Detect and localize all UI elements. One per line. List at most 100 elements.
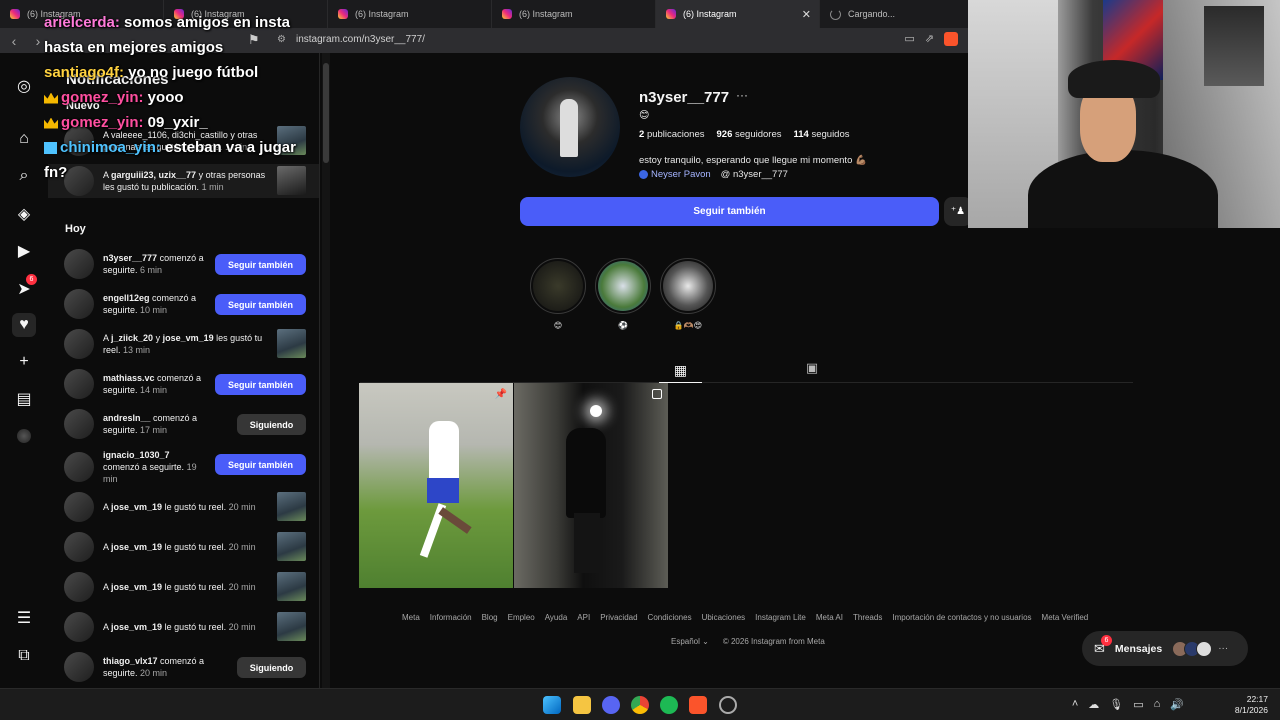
display-icon[interactable]: ▭ — [1133, 698, 1143, 711]
following-button[interactable]: Siguiendo — [237, 414, 306, 435]
clock[interactable]: 22:17 8/1/2026 — [1235, 694, 1268, 716]
obs-icon[interactable] — [719, 696, 737, 714]
footer-link[interactable]: Meta — [402, 613, 420, 622]
person-legs — [574, 513, 600, 573]
following-count[interactable]: 114 seguidos — [794, 129, 850, 140]
follow-back-button[interactable]: Seguir también — [215, 254, 306, 275]
share-icon[interactable]: ⇗ — [925, 32, 934, 46]
profile-icon[interactable] — [12, 424, 36, 448]
notification-item[interactable]: andresln__ comenzó a seguirte. 17 min Si… — [64, 409, 306, 439]
footer-link[interactable]: Meta AI — [816, 613, 843, 622]
footer-link[interactable]: Meta Verified — [1042, 613, 1089, 622]
footer-link[interactable]: Privacidad — [600, 613, 637, 622]
spotify-icon[interactable] — [660, 696, 678, 714]
notification-text: mathiass.vc comenzó a seguirte. 14 min — [103, 373, 202, 395]
system-tray: ˄ ☁ 🎙 ▭ ⌂ 🔊 — [1072, 698, 1184, 711]
notification-item[interactable]: thiago_vlx17 comenzó a seguirte. 20 min … — [64, 652, 306, 682]
notification-text: A j_ziick_20 y jose_vm_19 les gustó tu r… — [103, 333, 263, 355]
person-silhouette — [566, 428, 606, 518]
tagged-tab[interactable]: ▣ — [803, 358, 821, 378]
notification-item[interactable]: A jose_vm_19 le gustó tu reel. 20 min — [64, 572, 306, 602]
footer-link[interactable]: Blog — [482, 613, 498, 622]
reel-thumbnail[interactable] — [277, 532, 306, 561]
highlight-cover — [598, 261, 648, 311]
home-icon[interactable]: ⌂ — [12, 127, 36, 151]
reel-thumbnail[interactable] — [277, 329, 306, 358]
footer-link[interactable]: Threads — [853, 613, 882, 622]
more-options-icon[interactable]: ··· — [736, 88, 748, 102]
instagram-icon[interactable]: ◎ — [12, 74, 36, 98]
notification-item[interactable]: ignacio_1030_7 comenzó a seguirte. 19 mi… — [64, 449, 306, 485]
notification-item[interactable]: mathiass.vc comenzó a seguirte. 14 min S… — [64, 369, 306, 399]
discord-icon[interactable] — [602, 696, 620, 714]
post-thumbnail[interactable] — [514, 383, 668, 588]
explore-icon[interactable]: ◈ — [12, 202, 36, 226]
footer-link[interactable]: Ubicaciones — [702, 613, 746, 622]
facebook-link[interactable]: Neyser Pavon — [639, 169, 711, 180]
notification-item[interactable]: A jose_vm_19 le gustó tu reel. 20 min — [64, 612, 306, 642]
menu-icon[interactable]: ☰ — [12, 606, 36, 630]
network-icon[interactable]: ⌂ — [1154, 698, 1161, 711]
follow-back-button[interactable]: Seguir también — [215, 374, 306, 395]
brave-shield-icon[interactable] — [944, 32, 958, 46]
messages-icon[interactable]: ➤ 6 — [12, 274, 37, 301]
brave-icon[interactable] — [689, 696, 707, 714]
reels-icon[interactable]: ▶ — [12, 239, 36, 263]
notification-item[interactable]: A jose_vm_19 le gustó tu reel. 20 min — [64, 492, 306, 522]
cloud-icon[interactable]: ☁ — [1088, 698, 1099, 711]
notifications-icon[interactable]: ♥ — [12, 313, 36, 337]
microphone-icon[interactable]: 🎙 — [1109, 698, 1123, 711]
back-icon[interactable]: ‹ — [4, 31, 24, 51]
reel-thumbnail[interactable] — [277, 612, 306, 641]
cast-icon[interactable]: ▭ — [904, 32, 914, 46]
story-highlight[interactable] — [595, 258, 651, 314]
follow-back-button[interactable]: Seguir también — [215, 294, 306, 315]
following-button[interactable]: Siguiendo — [237, 657, 306, 678]
start-icon[interactable] — [543, 696, 561, 714]
chat-message: chinimoa_yin: esteban va a jugar — [44, 135, 344, 160]
footer-link[interactable]: Condiciones — [648, 613, 692, 622]
dashboard-icon[interactable]: ▤ — [12, 387, 36, 411]
create-icon[interactable]: + — [12, 350, 36, 374]
followers-count[interactable]: 926 seguidores — [717, 129, 782, 140]
footer-link[interactable]: Ayuda — [545, 613, 568, 622]
posts-grid-tab[interactable]: ▦ — [659, 358, 702, 383]
chrome-icon[interactable] — [631, 696, 649, 714]
chevron-up-icon[interactable]: ˄ — [1072, 698, 1078, 711]
story-highlight[interactable] — [530, 258, 586, 314]
browser-tab[interactable]: Cargando... — [820, 0, 984, 28]
footer-link[interactable]: Importación de contactos y no usuarios — [892, 613, 1031, 622]
notification-item[interactable]: engell12eg comenzó a seguirte. 10 min Se… — [64, 289, 306, 319]
messages-icon: ✉ 6 — [1094, 634, 1112, 657]
language-select[interactable]: Español ⌄ — [671, 637, 709, 646]
file-explorer-icon[interactable] — [573, 696, 591, 714]
reel-thumbnail[interactable] — [277, 492, 306, 521]
profile-avatar[interactable] — [520, 77, 620, 177]
avatar — [64, 329, 94, 359]
avatar — [64, 492, 94, 522]
loading-spinner-icon — [830, 8, 841, 20]
reel-thumbnail[interactable] — [277, 572, 306, 601]
notification-text: A jose_vm_19 le gustó tu reel. 20 min — [103, 502, 256, 512]
search-icon[interactable]: ⌕ — [12, 164, 36, 188]
browser-tab[interactable]: (6) Instagram — [492, 0, 656, 28]
footer-link[interactable]: Instagram Lite — [755, 613, 806, 622]
apps-icon[interactable]: ⧉ — [12, 644, 36, 668]
follow-back-button[interactable]: Seguir también — [215, 454, 306, 475]
post-thumbnail[interactable]: 📌 — [359, 383, 513, 588]
close-tab-icon[interactable]: ✕ — [802, 8, 811, 21]
avatar — [64, 652, 94, 682]
messages-button[interactable]: ✉ 6 Mensajes ··· — [1082, 631, 1248, 666]
notification-item[interactable]: n3yser__777 comenzó a seguirte. 6 min Se… — [64, 249, 306, 279]
footer-link[interactable]: API — [577, 613, 590, 622]
follow-back-button[interactable]: Seguir también — [520, 197, 939, 226]
notification-item[interactable]: A j_ziick_20 y jose_vm_19 les gustó tu r… — [64, 329, 306, 359]
browser-tab[interactable]: (6) Instagram — [328, 0, 492, 28]
volume-icon[interactable]: 🔊 — [1170, 698, 1184, 711]
browser-tab-active[interactable]: (6) Instagram ✕ — [656, 0, 820, 28]
footer-link[interactable]: Empleo — [508, 613, 535, 622]
story-highlight[interactable] — [660, 258, 716, 314]
footer-link[interactable]: Información — [430, 613, 472, 622]
threads-link[interactable]: @ n3yser__777 — [721, 169, 788, 180]
notification-item[interactable]: A jose_vm_19 le gustó tu reel. 20 min — [64, 532, 306, 562]
